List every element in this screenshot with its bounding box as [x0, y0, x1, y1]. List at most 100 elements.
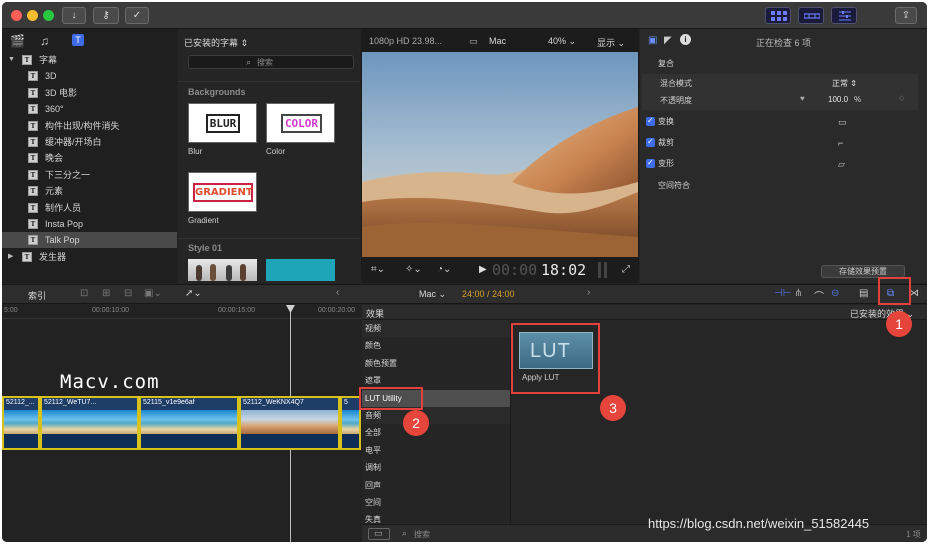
timeline-clip[interactable]: 5 [340, 396, 361, 450]
effects-category-header[interactable]: 视频 [362, 320, 510, 338]
sidebar-item[interactable]: T 3D [2, 68, 177, 84]
thumb-style01-teal[interactable] [266, 259, 335, 281]
minimize-window-button[interactable] [27, 10, 38, 21]
effects-category-item[interactable]: 颜色预置 [362, 355, 510, 372]
thumb-style01-people[interactable] [188, 259, 257, 281]
effects-category-item[interactable]: 颜色 [362, 337, 510, 354]
download-arrow-icon: ↓ [71, 10, 77, 21]
thumb-blur[interactable]: BLUR [188, 103, 257, 143]
timeline-clip[interactable]: 52112_WeKNX4Q7 [239, 396, 340, 450]
sidebar-item[interactable]: T 元素 [2, 183, 177, 199]
sidebar-toggle-button[interactable]: ▭ [368, 528, 390, 540]
overwrite-clip-icon[interactable]: ▣⌄ [144, 288, 162, 299]
timeline-clip[interactable]: 52112_WeTU7... [40, 396, 139, 450]
show-timeline-button[interactable] [798, 7, 824, 24]
magic-wand-icon[interactable]: ✧⌄ [405, 264, 422, 275]
snapping-icon[interactable]: ⊖ [831, 288, 839, 299]
color-inspector-icon[interactable]: ◤ [664, 35, 672, 46]
play-icon[interactable]: ▶ [479, 264, 487, 275]
distort-onscreen-icon[interactable]: ▱ [838, 155, 845, 173]
import-button[interactable]: ↓ [62, 7, 86, 24]
effects-category-item[interactable]: 电平 [362, 442, 510, 459]
title-category-icon: T [28, 202, 38, 213]
video-inspector-icon[interactable]: ▣ [648, 35, 657, 46]
sidebar-item[interactable]: T 缓冲器/开场白 [2, 134, 177, 150]
sidebar-item[interactable]: T Talk Pop [2, 232, 177, 249]
composite-section[interactable]: 复合 [640, 55, 927, 73]
opacity-value[interactable]: 100.0 [828, 95, 848, 104]
transform-row[interactable]: 变换 ▭ [640, 112, 927, 131]
crop-row[interactable]: 裁剪 ⌐ [640, 133, 927, 152]
blend-mode-popup[interactable]: 正常 ⇕ [832, 78, 857, 89]
effects-search-placeholder[interactable]: 搜索 [414, 529, 430, 540]
heart-icon[interactable]: ♥ [800, 94, 805, 103]
disclosure-expanded-icon[interactable]: ▼ [8, 52, 15, 68]
index-button[interactable]: 索引 [28, 289, 46, 302]
transform-onscreen-icon[interactable]: ▭ [838, 113, 847, 131]
sidebar-item[interactable]: T 360° [2, 101, 177, 117]
sidebar-item-label: Talk Pop [45, 235, 80, 246]
back-arrow-icon[interactable]: ‹ [336, 287, 339, 298]
spatial-conform-row[interactable]: 空间符合 [640, 177, 927, 195]
speed-gauge-icon[interactable]: ◔⌄ [437, 264, 451, 275]
thumb-gradient[interactable]: GRADIENT [188, 172, 257, 212]
timeline-project[interactable]: Mac ⌄ [419, 289, 446, 300]
sidebar-item-label: Insta Pop [45, 219, 84, 229]
timeline-clip[interactable]: 52112_... [2, 396, 40, 450]
fullscreen-icon[interactable]: ⤢ [622, 264, 630, 275]
section-style01: Style 01 [188, 243, 223, 253]
close-window-button[interactable] [11, 10, 22, 21]
thumb-color[interactable]: COLOR [266, 103, 335, 143]
forward-arrow-icon[interactable]: › [587, 287, 590, 298]
photos-music-icon[interactable]: ♫ [40, 34, 49, 48]
transform-tool-icon[interactable]: ⌗⌄ [371, 264, 385, 275]
sidebar-item[interactable]: T 晚会 [2, 150, 177, 166]
share-button[interactable]: ⇪ [895, 7, 917, 24]
key-icon: ⚷ [102, 10, 110, 21]
transform-checkbox[interactable] [646, 112, 655, 130]
effects-category-item[interactable]: 空间 [362, 494, 510, 511]
zoom-window-button[interactable] [43, 10, 54, 21]
keywords-button[interactable]: ⚷ [93, 7, 119, 24]
title-category-icon: T [28, 186, 38, 197]
audio-skimming-icon[interactable]: ⋔ [794, 288, 802, 299]
disclosure-collapsed-icon[interactable]: ▶ [8, 249, 13, 265]
distort-checkbox[interactable] [646, 154, 655, 172]
sidebar-item[interactable]: ▶ T 发生器 [2, 249, 177, 265]
sidebar-item[interactable]: T 3D 电影 [2, 85, 177, 101]
show-browser-button[interactable] [765, 7, 791, 24]
sidebar-item[interactable]: T Insta Pop [2, 216, 177, 232]
sidebar-item[interactable]: T 制作人员 [2, 200, 177, 216]
title-category-icon: T [28, 104, 38, 115]
keyframe-diamond-icon[interactable]: ◇ [899, 94, 904, 102]
sidebar-item[interactable]: T 下三分之一 [2, 167, 177, 183]
skimming-icon[interactable]: ⊣⊢ [774, 288, 791, 299]
append-clip-icon[interactable]: ⊟ [124, 288, 132, 299]
show-inspector-button[interactable] [831, 7, 857, 24]
info-icon[interactable]: i [680, 34, 691, 45]
browser-dropdown[interactable]: 已安装的字幕 ⇕ [184, 36, 248, 49]
sidebar-item[interactable]: T 构件出现/构件消失 [2, 118, 177, 134]
sidebar-item[interactable]: ▼ T 字幕 [2, 52, 177, 68]
titles-generators-icon[interactable]: T [72, 34, 84, 46]
viewer-display-menu[interactable]: 显示 ⌄ [597, 36, 625, 49]
sidebar-item-label: 3D 电影 [45, 87, 78, 98]
select-tool-icon[interactable]: ➚⌄ [185, 288, 202, 299]
viewer-zoom[interactable]: 40% ⌄ [548, 36, 576, 47]
effects-category-item[interactable]: 全部 [362, 424, 510, 441]
distort-row[interactable]: 变形 ▱ [640, 154, 927, 173]
clapper-icon[interactable]: 🎬 [10, 34, 25, 48]
insert-clip-icon[interactable]: ⊞ [102, 288, 110, 299]
timeline-clip[interactable]: 52115_v1e9e6af [139, 396, 239, 450]
clip-appearance-icon[interactable]: ▤ [859, 288, 868, 299]
effects-category-item[interactable]: 调制 [362, 459, 510, 476]
background-tasks-button[interactable]: ✓ [125, 7, 149, 24]
connect-clip-icon[interactable]: ⊡ [80, 288, 88, 299]
titles-sidebar: 🎬 ♫ T ▼ T 字幕 T 3D T 3D 电影 T 360° T 构件出现/构件消失 T 缓冲器/开… [2, 29, 177, 283]
browser-search-field[interactable]: ⌕ 搜索 [188, 55, 354, 69]
headphones-icon[interactable]: ⌒ [814, 288, 824, 303]
crop-onscreen-icon[interactable]: ⌐ [838, 134, 843, 152]
title-category-icon: T [28, 137, 38, 147]
crop-checkbox[interactable] [646, 133, 655, 151]
effects-category-item[interactable]: 回声 [362, 477, 510, 494]
